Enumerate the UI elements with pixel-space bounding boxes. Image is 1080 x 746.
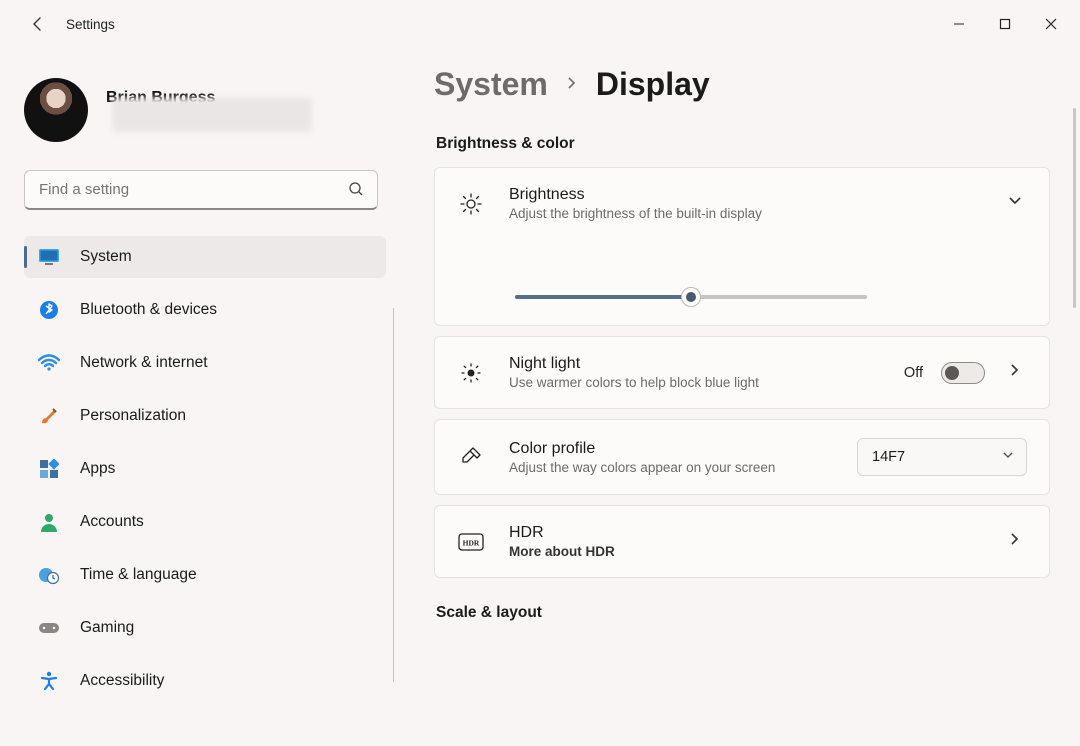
breadcrumb: System Display — [434, 66, 1050, 103]
brightness-title: Brightness — [509, 186, 979, 204]
color-profile-card: Color profile Adjust the way colors appe… — [434, 419, 1050, 495]
sidebar: Brian Burgess System Bluetooth & devices — [0, 48, 400, 746]
svg-text:HDR: HDR — [463, 538, 480, 547]
chevron-right-icon[interactable] — [1003, 532, 1027, 551]
nav-list: System Bluetooth & devices Network & int… — [24, 236, 386, 702]
content-scrollbar[interactable] — [1073, 108, 1076, 308]
user-email-redacted — [112, 98, 312, 132]
accessibility-icon — [38, 670, 60, 692]
eyedropper-icon — [457, 445, 485, 469]
nav-label: Time & language — [80, 566, 197, 584]
night-light-title: Night light — [509, 355, 880, 373]
color-profile-select[interactable]: 14F7 — [857, 438, 1027, 476]
close-button[interactable] — [1028, 4, 1074, 44]
nav-item-apps[interactable]: Apps — [24, 448, 386, 490]
nav-item-gaming[interactable]: Gaming — [24, 607, 386, 649]
hdr-link[interactable]: More about HDR — [509, 544, 829, 559]
window-title: Settings — [66, 17, 115, 32]
nav-item-time-language[interactable]: Time & language — [24, 554, 386, 596]
brightness-card[interactable]: Brightness Adjust the brightness of the … — [434, 167, 1050, 326]
title-bar: Settings — [0, 0, 1080, 48]
person-icon — [38, 511, 60, 533]
brush-icon — [38, 405, 60, 427]
night-light-card[interactable]: Night light Use warmer colors to help bl… — [434, 336, 1050, 409]
avatar — [24, 78, 88, 142]
breadcrumb-current: Display — [596, 66, 710, 103]
wifi-icon — [38, 352, 60, 374]
breadcrumb-parent[interactable]: System — [434, 66, 548, 103]
nav-item-network[interactable]: Network & internet — [24, 342, 386, 384]
nav-item-accessibility[interactable]: Accessibility — [24, 660, 386, 702]
nav-label: Bluetooth & devices — [80, 301, 217, 319]
hdr-icon: HDR — [457, 533, 485, 551]
color-profile-title: Color profile — [509, 440, 833, 458]
hdr-title: HDR — [509, 524, 979, 542]
search-icon — [348, 181, 364, 202]
sun-icon — [457, 192, 485, 216]
nav-label: Network & internet — [80, 354, 208, 372]
night-light-toggle[interactable] — [941, 362, 985, 384]
nav-label: Personalization — [80, 407, 186, 425]
bluetooth-icon — [38, 299, 60, 321]
minimize-button[interactable] — [936, 4, 982, 44]
search-wrap — [24, 170, 378, 210]
section-brightness-color: Brightness & color — [436, 135, 1050, 153]
nav-label: Apps — [80, 460, 115, 478]
content-area: System Display Brightness & color Bright… — [400, 48, 1080, 746]
nav-item-accounts[interactable]: Accounts — [24, 501, 386, 543]
nav-label: Accessibility — [80, 672, 164, 690]
nav-label: Gaming — [80, 619, 134, 637]
nav-label: Accounts — [80, 513, 144, 531]
nav-item-system[interactable]: System — [24, 236, 386, 278]
brightness-subtitle: Adjust the brightness of the built-in di… — [509, 206, 979, 221]
user-header[interactable]: Brian Burgess — [24, 72, 386, 142]
sidebar-scrollbar[interactable] — [393, 308, 394, 682]
night-light-icon — [457, 361, 485, 385]
chevron-right-icon — [566, 76, 578, 94]
window-controls — [936, 4, 1074, 44]
chevron-right-icon[interactable] — [1003, 363, 1027, 382]
nav-item-bluetooth[interactable]: Bluetooth & devices — [24, 289, 386, 331]
color-profile-subtitle: Adjust the way colors appear on your scr… — [509, 460, 829, 475]
night-light-state: Off — [904, 365, 923, 381]
chevron-down-icon — [1002, 449, 1014, 465]
hdr-card[interactable]: HDR HDR More about HDR — [434, 505, 1050, 578]
night-light-subtitle: Use warmer colors to help block blue lig… — [509, 375, 829, 390]
nav-label: System — [80, 248, 132, 266]
select-value: 14F7 — [872, 449, 905, 465]
nav-item-personalization[interactable]: Personalization — [24, 395, 386, 437]
section-scale-layout: Scale & layout — [436, 604, 1050, 622]
monitor-icon — [38, 246, 60, 268]
slider-thumb[interactable] — [681, 287, 701, 307]
gamepad-icon — [38, 617, 60, 639]
search-input[interactable] — [24, 170, 378, 210]
chevron-down-icon[interactable] — [1003, 194, 1027, 213]
brightness-slider[interactable] — [511, 287, 871, 307]
apps-icon — [38, 458, 60, 480]
maximize-button[interactable] — [982, 4, 1028, 44]
clock-globe-icon — [38, 564, 60, 586]
back-button[interactable] — [24, 10, 52, 38]
